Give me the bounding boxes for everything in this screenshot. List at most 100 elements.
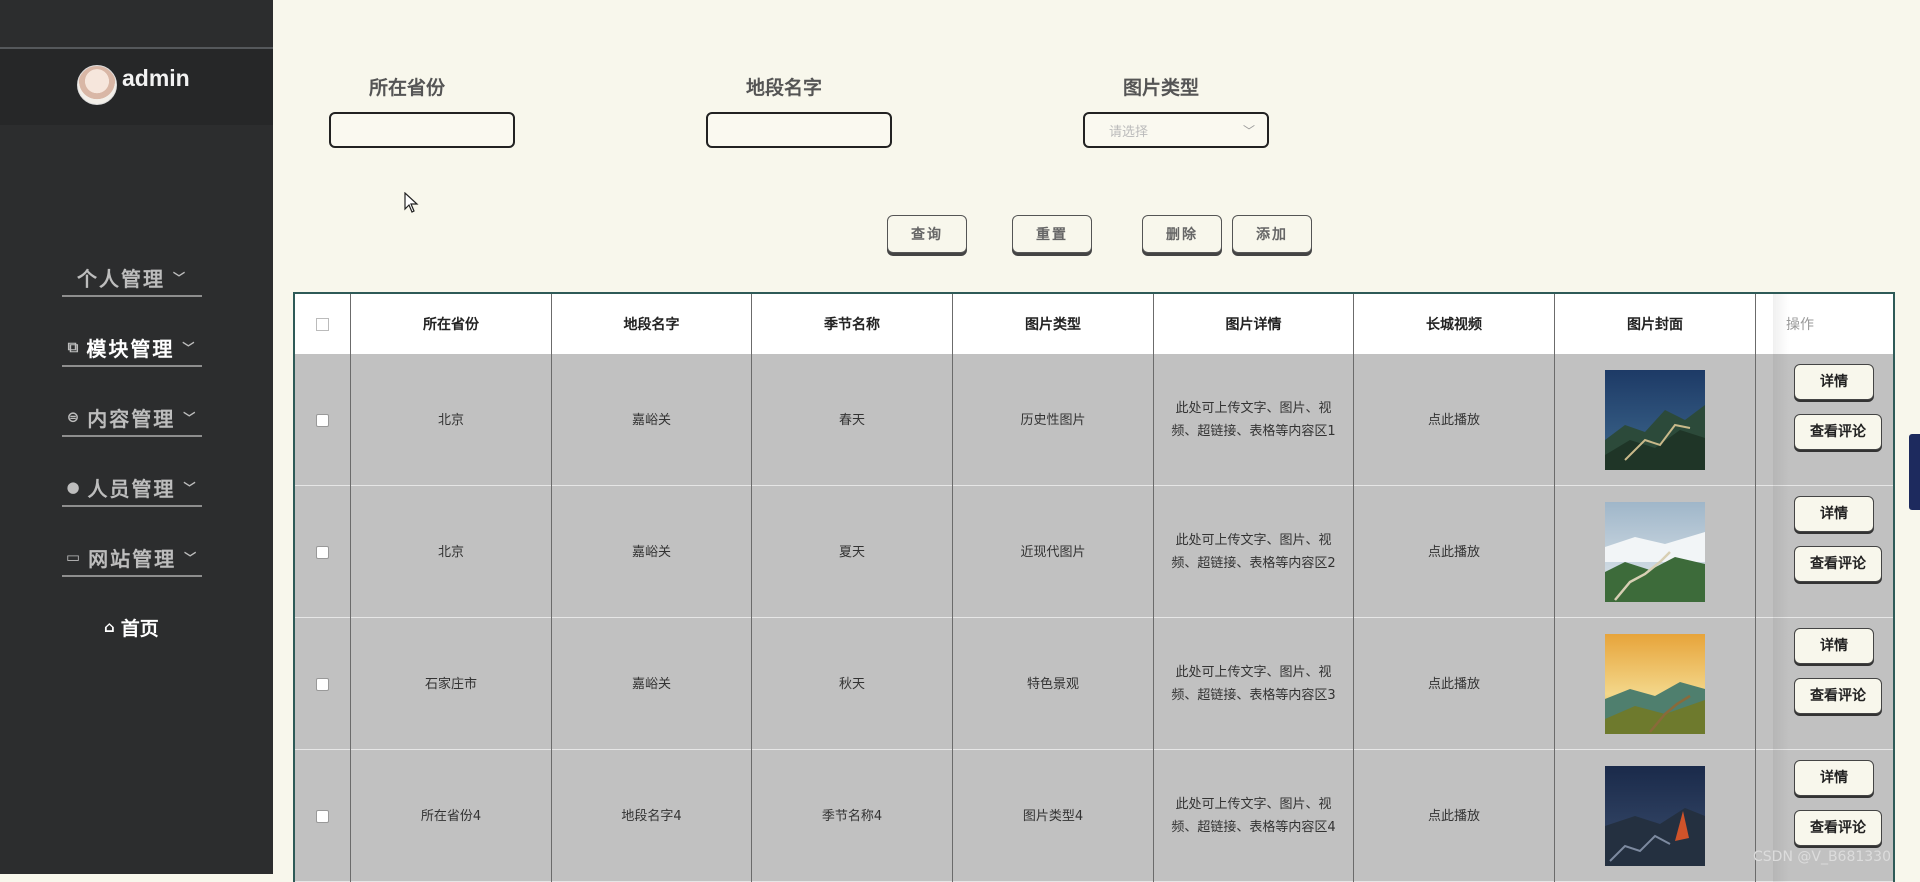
row-checkbox[interactable] [316,809,329,823]
username: admin [122,65,190,91]
cell-season: 春天 [752,354,953,486]
row-select-cell [295,618,351,750]
cell-detail: 此处可上传文字、图片、视频、超链接、表格等内容区4 [1154,750,1354,882]
user-icon: ● [66,478,82,496]
cell-cover [1555,618,1756,750]
header-type: 图片类型 [953,294,1154,354]
menu-content-label: 内容管理 [87,406,176,431]
province-label: 所在省份 [369,77,446,99]
monitor-icon: ▭ [65,548,83,566]
cell-video-link[interactable]: 点此播放 [1354,354,1555,486]
menu-content[interactable]: ⊜ 内容管理 ﹀ [62,399,202,437]
cell-video-link[interactable]: 点此播放 [1354,486,1555,618]
menu-module[interactable]: ⧉ 模块管理 ﹀ [62,329,202,367]
mouse-cursor-icon [404,192,419,213]
row-select-cell [295,486,351,618]
cell-province: 石家庄市 [351,618,552,750]
type-select[interactable]: 请选择 ﹀ [1083,112,1269,148]
menu-home[interactable]: ⌂ 首页 [104,612,159,642]
table-row: 北京 嘉峪关 春天 历史性图片 此处可上传文字、图片、视频、超链接、表格等内容区… [295,354,1893,486]
menu-website-label: 网站管理 [88,546,177,571]
province-input[interactable] [329,112,515,148]
view-comments-button[interactable]: 查看评论 [1794,678,1882,714]
cell-section: 嘉峪关 [552,354,752,486]
cell-cover [1555,750,1756,882]
menu-home-label: 首页 [120,617,159,640]
view-comments-button[interactable]: 查看评论 [1794,546,1882,582]
cell-operations: 详情 查看评论 [1756,486,1893,618]
menu-personal-label: 个人管理 [76,266,165,291]
header-operations: 操作 [1786,317,1814,333]
cell-province: 北京 [351,486,552,618]
cover-image[interactable] [1605,766,1705,866]
row-checkbox[interactable] [316,677,329,691]
query-button[interactable]: 查询 [887,215,967,253]
avatar[interactable] [77,65,117,105]
header-section: 地段名字 [552,294,752,354]
cell-season: 秋天 [752,618,953,750]
cell-video-link[interactable]: 点此播放 [1354,618,1555,750]
section-label: 地段名字 [746,77,823,99]
view-comments-button[interactable]: 查看评论 [1794,414,1882,450]
watermark: CSDN @V_B681330 [1753,849,1891,865]
header-province: 所在省份 [351,294,552,354]
cell-operations: 详情 查看评论 [1756,618,1893,750]
menu-website[interactable]: ▭ 网站管理 ﹀ [62,539,202,577]
cell-season: 夏天 [752,486,953,618]
row-select-cell [295,750,351,882]
home-icon: ⌂ [104,618,115,636]
chevron-down-icon: ﹀ [183,480,198,495]
cell-province: 北京 [351,354,552,486]
detail-button[interactable]: 详情 [1794,628,1874,664]
detail-button[interactable]: 详情 [1794,364,1874,400]
chevron-down-icon: ﹀ [184,550,199,565]
cell-video-link[interactable]: 点此播放 [1354,750,1555,882]
cover-image[interactable] [1605,634,1705,734]
row-select-cell [295,354,351,486]
cell-section: 嘉峪关 [552,618,752,750]
sidebar: admin 个人管理 ﹀ ⧉ 模块管理 ﹀ ⊜ 内容管理 ﹀ ● 人员管理 ﹀ … [0,0,273,874]
side-scroll-indicator[interactable] [1909,434,1920,510]
table-row: 所在省份4 地段名字4 季节名称4 图片类型4 此处可上传文字、图片、视频、超链… [295,750,1893,882]
add-button[interactable]: 添加 [1232,215,1312,253]
type-label: 图片类型 [1123,77,1200,99]
cell-province: 所在省份4 [351,750,552,882]
section-input[interactable] [706,112,892,148]
header-video: 长城视频 [1354,294,1555,354]
delete-button[interactable]: 删除 [1142,215,1222,253]
cover-image[interactable] [1605,502,1705,602]
cell-type: 近现代图片 [953,486,1154,618]
table-header: 所在省份 地段名字 季节名称 图片类型 图片详情 长城视频 图片封面 操作 [295,294,1893,354]
menu-people[interactable]: ● 人员管理 ﹀ [62,469,202,507]
cell-section: 嘉峪关 [552,486,752,618]
message-icon: ⊜ [66,408,82,426]
select-all-checkbox[interactable] [316,317,329,331]
detail-button[interactable]: 详情 [1794,496,1874,532]
reset-button[interactable]: 重置 [1012,215,1092,253]
cell-cover [1555,354,1756,486]
cell-operations: 详情 查看评论 [1756,354,1893,486]
cell-detail: 此处可上传文字、图片、视频、超链接、表格等内容区3 [1154,618,1354,750]
user-panel: admin [0,49,273,125]
cover-image[interactable] [1605,370,1705,470]
chevron-down-icon: ﹀ [172,270,187,285]
header-detail: 图片详情 [1154,294,1354,354]
menu-people-label: 人员管理 [87,476,176,501]
menu-module-label: 模块管理 [86,336,175,361]
detail-button[interactable]: 详情 [1794,760,1874,796]
header-season: 季节名称 [752,294,953,354]
menu-personal[interactable]: 个人管理 ﹀ [62,259,202,297]
chevron-down-icon: ﹀ [182,340,197,355]
cell-section: 地段名字4 [552,750,752,882]
table-row: 石家庄市 嘉峪关 秋天 特色景观 此处可上传文字、图片、视频、超链接、表格等内容… [295,618,1893,750]
header-cover: 图片封面 [1555,294,1756,354]
cell-detail: 此处可上传文字、图片、视频、超链接、表格等内容区1 [1154,354,1354,486]
data-table: 所在省份 地段名字 季节名称 图片类型 图片详情 长城视频 图片封面 操作 北京… [293,292,1895,882]
table-row: 北京 嘉峪关 夏天 近现代图片 此处可上传文字、图片、视频、超链接、表格等内容区… [295,486,1893,618]
view-comments-button[interactable]: 查看评论 [1794,810,1882,846]
copy-icon: ⧉ [67,338,81,356]
cell-cover [1555,486,1756,618]
row-checkbox[interactable] [316,545,329,559]
row-checkbox[interactable] [316,413,329,427]
chevron-down-icon: ﹀ [1242,123,1255,138]
